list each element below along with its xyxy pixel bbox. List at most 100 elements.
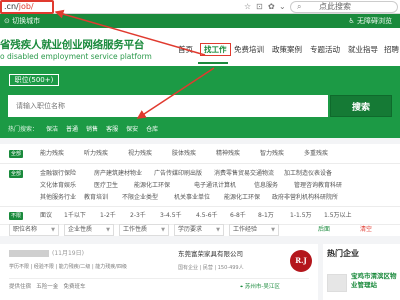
- company-name[interactable]: 东莞富荣家具有限公司: [178, 248, 243, 258]
- filter-tag-all[interactable]: 全部: [9, 170, 23, 178]
- nav-career-guidance[interactable]: 就业指导: [348, 43, 378, 57]
- nav-home[interactable]: 首页: [178, 43, 193, 57]
- industry-filter-row-3: 其他服务行业 教育培训 不限企业类型 机关事业单位 能源化工环保 政府非营利机构…: [0, 191, 400, 205]
- filter-option[interactable]: 政府非营利机构科研院所: [272, 191, 338, 205]
- clear-filters-link[interactable]: 清空: [360, 223, 372, 237]
- accessibility-link[interactable]: ♿ 无障碍浏览: [348, 14, 392, 28]
- select-value: 学历要求: [178, 226, 203, 233]
- select-value: 企业性质: [68, 226, 93, 233]
- divider: [0, 206, 400, 207]
- switch-city-link[interactable]: ⊙ 切换城市: [4, 14, 40, 28]
- company-meta: 国有企业 | 民营 | 150-499人: [178, 265, 244, 271]
- url-path: job/: [18, 2, 34, 11]
- filter-option[interactable]: 能源化工环保: [224, 191, 260, 205]
- filter-option[interactable]: 听力残疾: [84, 147, 108, 161]
- active-nav-underline: [198, 62, 228, 64]
- url-field[interactable]: .cn/job/: [0, 0, 54, 14]
- work-type-select[interactable]: 工作性质 ▼: [119, 224, 169, 236]
- filter-tag-all[interactable]: 全部: [9, 150, 23, 158]
- filter-option[interactable]: 4.5-6千: [196, 209, 218, 223]
- nav-special-events[interactable]: 专题活动: [310, 43, 340, 57]
- chevron-down-icon: ▼: [161, 227, 165, 233]
- hot-keyword[interactable]: 普通: [66, 126, 78, 133]
- divider: [9, 278, 309, 279]
- filter-option[interactable]: 不限企业类型: [122, 191, 158, 205]
- site-header: 省残疾人就业创业网络服务平台 o disabled employment ser…: [0, 28, 400, 66]
- select-value: 工作经验: [233, 226, 258, 233]
- filter-option[interactable]: 面议: [40, 209, 52, 223]
- location-label: 切换城市: [12, 17, 41, 25]
- hot-keyword[interactable]: 销售: [86, 126, 98, 133]
- search-button[interactable]: 搜索: [330, 95, 392, 117]
- accessibility-label: 无障碍浏览: [357, 17, 392, 25]
- benefit-tag: 五险一金: [36, 284, 59, 290]
- url-prefix: .cn/: [4, 2, 19, 11]
- filter-option[interactable]: 1千以下: [64, 209, 86, 223]
- disability-filter-row: 全部 能力残疾 听力残疾 视力残疾 肢体残疾 精神残疾 智力残疾 多重残疾: [0, 147, 400, 161]
- site-subtitle: o disabled employment service platform: [0, 52, 152, 61]
- chevron-down-icon: ▼: [51, 227, 55, 233]
- job-card[interactable]: (11月19日) 学历不限 | 经验不限 | 能力残疾/二级 | 能力残疾/四级…: [0, 244, 318, 300]
- filter-option[interactable]: 教育培训: [84, 191, 108, 205]
- benefit-tag: 提供住宿: [9, 284, 32, 290]
- filter-tag-any[interactable]: 不限: [9, 212, 23, 220]
- job-requirements: 学历不限 | 经验不限 | 能力残疾/二级 | 能力残疾/四级: [9, 264, 127, 270]
- filter-option[interactable]: 6-8千: [230, 209, 246, 223]
- search-icon: ⌕: [297, 2, 302, 11]
- more-link[interactable]: 后面: [318, 223, 330, 237]
- chevron-down-icon: ▼: [216, 227, 220, 233]
- site-title: 省残疾人就业创业网络服务平台: [0, 39, 145, 51]
- education-select[interactable]: 学历要求 ▼: [174, 224, 224, 236]
- benefit-tag: 免费班车: [63, 284, 86, 290]
- job-title-redacted[interactable]: [9, 250, 49, 257]
- job-name-select[interactable]: 职位名称 ▼: [9, 224, 59, 236]
- hot-keyword[interactable]: 保安: [126, 126, 138, 133]
- filter-option[interactable]: 1-1.5万: [290, 209, 312, 223]
- search-banner: 职位(500+) 搜索 热门搜索： 保洁 普通 销售 客服 保安 仓库: [0, 66, 400, 138]
- filter-option[interactable]: 1.5万以上: [324, 209, 352, 223]
- salary-filter-row: 不限 面议 1千以下 1-2千 2-3千 3-4.5千 4.5-6千 6-8千 …: [0, 209, 400, 223]
- company-type-select[interactable]: 企业性质 ▼: [64, 224, 114, 236]
- filter-option[interactable]: 精神残疾: [216, 147, 240, 161]
- filter-option[interactable]: 肢体残疾: [172, 147, 196, 161]
- nav-find-job[interactable]: 找工作: [200, 43, 231, 56]
- filter-option[interactable]: 3-4.5千: [160, 209, 182, 223]
- browser-address-bar: .cn/job/ ☆ ⊡ ✿ ⌄ ⌕ 点此搜索: [0, 0, 400, 14]
- hot-keyword[interactable]: 客服: [106, 126, 118, 133]
- select-value: 工作性质: [123, 226, 148, 233]
- select-value: 职位名称: [13, 226, 38, 233]
- job-benefits: 提供住宿 五险一金 免费班车: [9, 282, 86, 290]
- filter-panel: 全部 能力残疾 听力残疾 视力残疾 肢体残疾 精神残疾 智力残疾 多重残疾 全部…: [0, 144, 400, 236]
- filter-option[interactable]: 智力残疾: [260, 147, 284, 161]
- filter-option[interactable]: 多重残疾: [304, 147, 328, 161]
- star-icon[interactable]: ☆: [244, 1, 251, 13]
- browser-search-box[interactable]: ⌕ 点此搜索: [290, 1, 398, 13]
- extension-icon[interactable]: ✿: [268, 1, 275, 13]
- filter-option[interactable]: 机关事业单位: [174, 191, 210, 205]
- top-strip: ⊙ 切换城市 ♿ 无障碍浏览: [0, 14, 400, 28]
- experience-select[interactable]: 工作经验 ▼: [229, 224, 279, 236]
- filter-option[interactable]: 8-1万: [258, 209, 274, 223]
- browser-search-placeholder: 点此搜索: [319, 2, 351, 11]
- filter-option[interactable]: 1-2千: [100, 209, 116, 223]
- hot-companies-title: 热门企业: [327, 249, 359, 258]
- chevron-down-icon[interactable]: ⌄: [279, 1, 286, 13]
- job-search-input[interactable]: [8, 95, 328, 117]
- hot-company-name[interactable]: 宝鸡市渭滨区物业管理站: [351, 272, 397, 290]
- filter-option[interactable]: 视力残疾: [128, 147, 152, 161]
- company-logo[interactable]: [327, 274, 347, 292]
- filter-option[interactable]: 2-3千: [130, 209, 146, 223]
- bookmark-icon[interactable]: ⊡: [256, 1, 263, 13]
- hot-search-bar: 热门搜索： 保洁 普通 销售 客服 保安 仓库: [8, 124, 158, 133]
- job-count-button[interactable]: 职位(500+): [9, 74, 59, 86]
- nav-free-training[interactable]: 免费培训: [234, 43, 264, 57]
- nav-recruit[interactable]: 招聘: [384, 43, 399, 57]
- filter-option[interactable]: 其他服务行业: [40, 191, 76, 205]
- hot-search-label: 热门搜索：: [8, 126, 39, 133]
- filter-option[interactable]: 能力残疾: [40, 147, 64, 161]
- hot-keyword[interactable]: 仓库: [146, 126, 158, 133]
- hot-keyword[interactable]: 保洁: [46, 126, 58, 133]
- company-logo[interactable]: R.J: [290, 250, 312, 272]
- job-date: (11月19日): [52, 250, 84, 257]
- nav-policy-cases[interactable]: 政策案例: [272, 43, 302, 57]
